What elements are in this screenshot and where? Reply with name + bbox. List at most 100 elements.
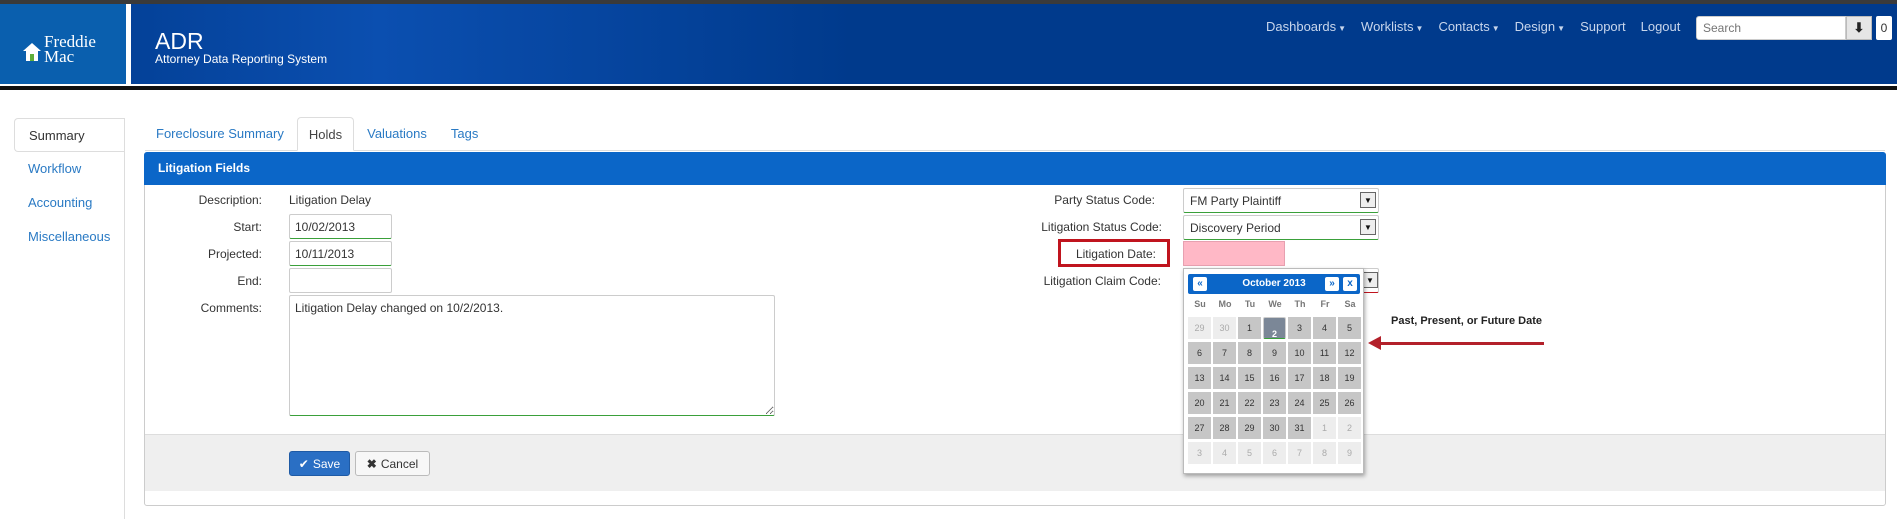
sidebar-item-accounting[interactable]: Accounting [14, 186, 125, 220]
logo-line-2: Mac [44, 47, 75, 66]
nav-label: Support [1580, 19, 1626, 34]
calendar-day[interactable]: 9 [1263, 342, 1286, 364]
calendar-day[interactable]: 10 [1288, 342, 1311, 364]
projected-date-input[interactable] [289, 241, 392, 266]
party-status-select[interactable]: FM Party Plaintiff ▼ [1183, 188, 1379, 213]
nav-logout[interactable]: Logout [1641, 19, 1681, 34]
calendar-day[interactable]: 1 [1313, 417, 1336, 439]
calendar-day[interactable]: 3 [1188, 442, 1211, 464]
nav-label: Dashboards [1266, 19, 1337, 34]
next-month-button[interactable]: » [1325, 277, 1339, 291]
nav-support[interactable]: Support [1580, 19, 1626, 34]
calendar-day[interactable]: 5 [1238, 442, 1261, 464]
selected-day[interactable]: 2 [1263, 317, 1286, 339]
calendar-day[interactable]: 7 [1288, 442, 1311, 464]
calendar-day[interactable]: 30 [1263, 417, 1286, 439]
calendar-day[interactable]: 12 [1338, 342, 1361, 364]
notification-badge[interactable]: 0 [1876, 16, 1892, 40]
caret-down-icon: ▼ [1491, 24, 1500, 33]
calendar-day[interactable]: 19 [1338, 367, 1361, 389]
start-label: Start: [233, 220, 262, 234]
sidebar-item-summary[interactable]: Summary [14, 118, 125, 152]
calendar-day[interactable]: 13 [1188, 367, 1211, 389]
calendar-day[interactable]: 2 [1338, 417, 1361, 439]
calendar-day[interactable]: 6 [1188, 342, 1211, 364]
app-header [0, 4, 1897, 84]
calendar-day[interactable]: 1 [1238, 317, 1261, 339]
annotation-arrow-head [1368, 336, 1381, 350]
calendar-day[interactable]: 24 [1288, 392, 1311, 414]
start-date-input[interactable] [289, 214, 392, 239]
search-download-button[interactable]: ⬇ [1846, 16, 1872, 40]
nav-contacts[interactable]: Contacts ▼ [1438, 19, 1499, 34]
cancel-button[interactable]: ✖ Cancel [355, 451, 430, 476]
nav-dashboards[interactable]: Dashboards ▼ [1266, 19, 1346, 34]
app-title: ADR [155, 28, 204, 54]
calendar-day[interactable]: 9 [1338, 442, 1361, 464]
nav-label: Contacts [1438, 19, 1490, 34]
tab-holds[interactable]: Holds [296, 117, 355, 151]
calendar-day[interactable]: 11 [1313, 342, 1336, 364]
dropdown-arrow-icon: ▼ [1360, 219, 1376, 235]
prev-month-button[interactable]: « [1193, 277, 1207, 291]
search-input[interactable] [1696, 16, 1846, 40]
calendar-day[interactable]: 26 [1338, 392, 1361, 414]
calendar-day[interactable]: 20 [1188, 392, 1211, 414]
calendar-day[interactable]: 18 [1313, 367, 1336, 389]
save-button[interactable]: ✔ Save [289, 451, 350, 476]
calendar-day[interactable]: 16 [1263, 367, 1286, 389]
litigation-claim-select[interactable]: ▼ [1362, 268, 1379, 293]
sidebar-divider [124, 118, 125, 519]
calendar-day[interactable]: 31 [1288, 417, 1311, 439]
calendar-day[interactable]: 14 [1213, 367, 1236, 389]
description-label: Description: [198, 193, 262, 207]
calendar-day[interactable]: 6 [1263, 442, 1286, 464]
calendar-day[interactable]: 21 [1213, 392, 1236, 414]
end-date-input[interactable] [289, 268, 392, 293]
calendar-day[interactable]: 25 [1313, 392, 1336, 414]
caret-down-icon: ▼ [1557, 24, 1566, 33]
calendar-day[interactable]: 29 [1238, 417, 1261, 439]
weekday-header: Th [1294, 299, 1306, 309]
logo-separator [126, 4, 131, 84]
calendar-day[interactable]: 3 [1288, 317, 1311, 339]
nav-worklists[interactable]: Worklists ▼ [1361, 19, 1423, 34]
litigation-status-select[interactable]: Discovery Period ▼ [1183, 215, 1379, 240]
calendar-day[interactable]: 4 [1313, 317, 1336, 339]
arrow-down-icon: ⬇ [1853, 20, 1865, 35]
nav-label: Design [1514, 19, 1556, 34]
comments-textarea[interactable]: Litigation Delay changed on 10/2/2013. [289, 295, 775, 416]
comments-label: Comments: [200, 301, 262, 315]
nav-design[interactable]: Design ▼ [1515, 19, 1565, 34]
calendar-day[interactable]: 29 [1188, 317, 1211, 339]
calendar-day[interactable]: 5 [1338, 317, 1361, 339]
sidebar-item-workflow[interactable]: Workflow [14, 152, 125, 186]
tab-foreclosure-summary[interactable]: Foreclosure Summary [145, 117, 295, 151]
freddie-mac-logo[interactable]: Freddie Mac [0, 4, 126, 84]
tab-tags[interactable]: Tags [440, 117, 489, 151]
calendar-day[interactable]: 22 [1238, 392, 1261, 414]
sidebar-item-miscellaneous[interactable]: Miscellaneous [14, 220, 125, 254]
calendar-day[interactable]: 30 [1213, 317, 1236, 339]
weekday-header: We [1268, 299, 1282, 309]
weekday-header: Fr [1320, 299, 1330, 309]
calendar-day[interactable]: 23 [1263, 392, 1286, 414]
datepicker-title: October 2013 [1242, 278, 1306, 289]
sidebar: Summary Workflow Accounting Miscellaneou… [14, 118, 125, 254]
calendar-day[interactable]: 28 [1213, 417, 1236, 439]
party-status-label: Party Status Code: [1054, 193, 1155, 207]
calendar-day[interactable]: 7 [1213, 342, 1236, 364]
close-datepicker-button[interactable]: x [1343, 277, 1357, 291]
litigation-date-input[interactable] [1183, 241, 1285, 266]
calendar-day[interactable]: 4 [1213, 442, 1236, 464]
top-navigation: Dashboards ▼ Worklists ▼ Contacts ▼ Design ▼… [1266, 19, 1695, 34]
caret-down-icon: ▼ [1338, 24, 1347, 33]
calendar-day[interactable]: 8 [1238, 342, 1261, 364]
projected-label: Projected: [207, 247, 262, 261]
annotation-text: Past, Present, or Future Date [1391, 315, 1542, 327]
calendar-day[interactable]: 27 [1188, 417, 1211, 439]
calendar-day[interactable]: 8 [1313, 442, 1336, 464]
tab-valuations[interactable]: Valuations [356, 117, 438, 151]
calendar-day[interactable]: 15 [1238, 367, 1261, 389]
calendar-day[interactable]: 17 [1288, 367, 1311, 389]
